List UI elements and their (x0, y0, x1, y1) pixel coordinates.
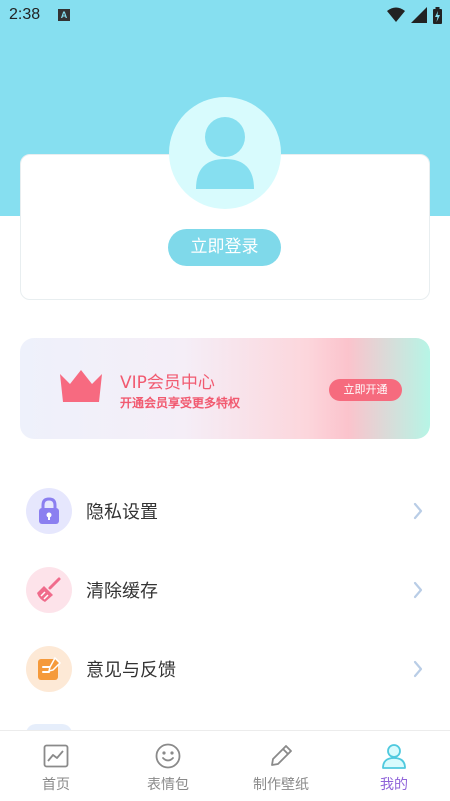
chevron-right-icon (413, 502, 423, 520)
pencil-icon (271, 745, 292, 766)
vip-open-button[interactable]: 立即开通 (329, 379, 402, 401)
vip-card[interactable]: VIP会员中心 开通会员享受更多特权 立即开通 (20, 338, 430, 439)
tab-label: 制作壁纸 (253, 777, 309, 793)
user-icon (382, 744, 406, 769)
menu-item-label: 隐私设置 (86, 502, 158, 523)
crown-icon (60, 370, 102, 402)
menu-item-clear-cache[interactable]: 清除缓存 (0, 567, 450, 645)
login-button[interactable]: 立即登录 (168, 229, 281, 266)
vip-title: VIP会员中心 (120, 373, 215, 393)
menu-item-label: 意见与反馈 (86, 660, 176, 681)
tab-label: 首页 (42, 777, 70, 793)
chevron-right-icon (413, 581, 423, 599)
avatar[interactable] (169, 97, 281, 209)
tab-label: 我的 (380, 777, 408, 793)
battery-icon (433, 6, 442, 24)
broom-icon (26, 567, 72, 613)
tab-make-wallpaper[interactable]: 制作壁纸 (225, 731, 337, 801)
tab-bar: 首页 表情包 制作壁纸 我的 (0, 730, 450, 801)
user-avatar-icon (196, 117, 254, 189)
tab-stickers[interactable]: 表情包 (112, 731, 224, 801)
signal-icon (411, 7, 427, 23)
chevron-right-icon (413, 660, 423, 678)
status-time: 2:38 (9, 6, 41, 23)
wifi-icon (387, 7, 405, 22)
menu-item-label: 清除缓存 (86, 581, 158, 602)
vip-subtitle: 开通会员享受更多特权 (120, 396, 241, 410)
notification-badge: A (58, 9, 70, 21)
menu-item-feedback[interactable]: 意见与反馈 (0, 646, 450, 724)
status-icons (387, 6, 442, 24)
home-chart-icon (43, 744, 69, 768)
tab-home[interactable]: 首页 (0, 731, 112, 801)
lock-icon (26, 488, 72, 534)
smiley-icon (155, 743, 181, 769)
status-bar: 2:38 A (0, 0, 450, 32)
tab-label: 表情包 (147, 777, 189, 793)
menu-item-privacy[interactable]: 隐私设置 (0, 488, 450, 566)
feedback-icon (26, 646, 72, 692)
tab-mine[interactable]: 我的 (338, 731, 450, 801)
